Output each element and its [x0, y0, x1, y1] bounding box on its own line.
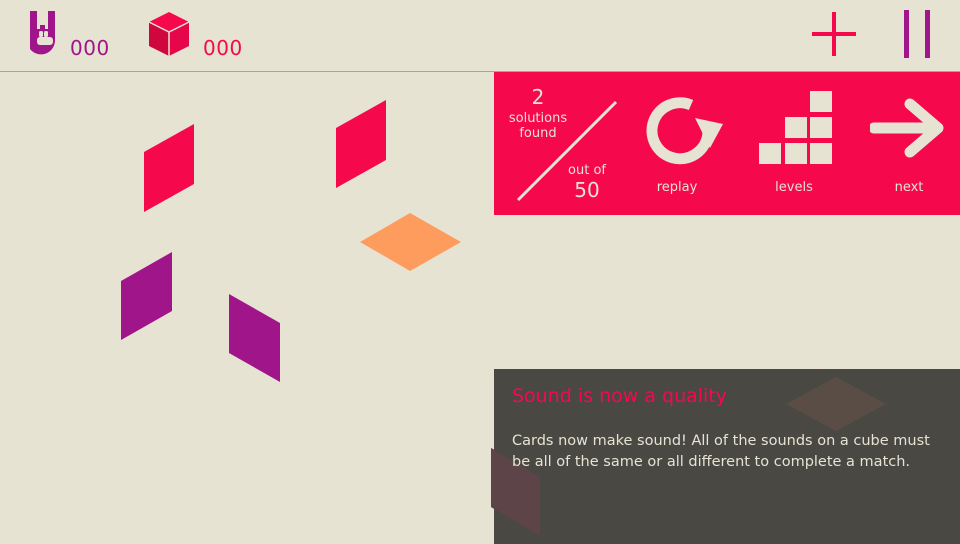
card-purple-1[interactable]	[121, 252, 172, 340]
levels-label: levels	[775, 180, 813, 195]
out-of-label: out of	[568, 163, 606, 178]
replay-label: replay	[656, 180, 698, 195]
cube-icon	[148, 12, 190, 56]
plus-icon[interactable]	[810, 10, 858, 58]
total-solutions: 50	[574, 178, 600, 202]
next-label: next	[894, 180, 924, 195]
levels-button[interactable]: levels	[747, 90, 841, 208]
rock-count: 000	[70, 36, 110, 60]
card-red-1[interactable]	[144, 124, 194, 212]
tutorial-panel: Sound is now a quality Cards now make so…	[491, 369, 960, 544]
rock-hand-icon	[30, 11, 55, 55]
faded-card	[786, 377, 886, 431]
result-panel: 2 solutions found out of 50 replay level…	[494, 72, 960, 215]
card-red-2[interactable]	[336, 100, 386, 188]
card-purple-2[interactable]	[229, 294, 280, 382]
pause-icon[interactable]	[902, 10, 932, 58]
cube-count: 000	[203, 36, 243, 60]
top-bar: 000 000	[0, 0, 960, 71]
tutorial-title: Sound is now a quality	[512, 385, 728, 407]
next-button[interactable]: next	[864, 90, 954, 208]
arrow-right-icon	[870, 98, 944, 158]
tutorial-body: Cards now make sound! All of the sounds …	[512, 433, 930, 470]
replay-icon	[646, 97, 723, 165]
card-orange-1[interactable]	[360, 213, 461, 271]
replay-button[interactable]: replay	[630, 86, 724, 208]
levels-icon	[759, 91, 832, 164]
